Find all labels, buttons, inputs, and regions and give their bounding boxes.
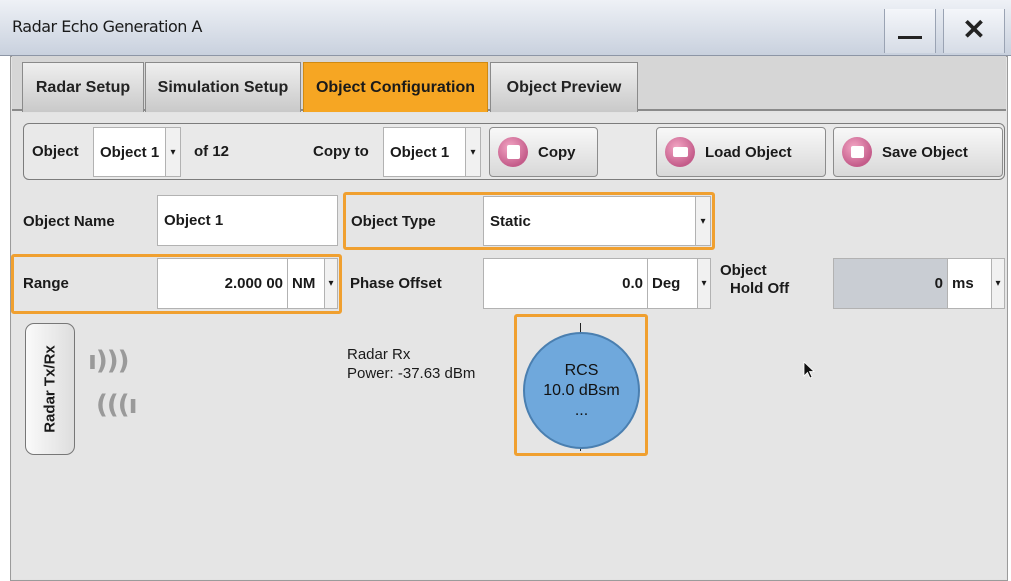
hold-off-value: 0: [934, 275, 943, 292]
object-type-label: Object Type: [351, 213, 436, 230]
close-icon: ✕: [962, 14, 986, 45]
copy-button-label: Copy: [538, 143, 576, 161]
transmit-wave-icon: ı))): [88, 346, 130, 376]
object-select-value: Object 1: [100, 143, 160, 161]
copy-to-select-value: Object 1: [390, 143, 450, 161]
tab-content: [12, 113, 1006, 579]
hold-off-label-line2: Hold Off: [730, 280, 790, 297]
rcs-more: ...: [574, 401, 589, 419]
object-count-label: of 12: [194, 143, 230, 160]
radar-tx-rx-button[interactable]: Radar Tx/Rx: [25, 323, 75, 455]
phase-offset-value: 0.0: [622, 275, 643, 292]
phase-offset-unit-value: Deg: [652, 275, 681, 292]
tab-simulation-setup[interactable]: Simulation Setup: [145, 62, 301, 112]
tab-object-preview[interactable]: Object Preview: [490, 62, 638, 112]
range-input[interactable]: 2.000 00: [157, 258, 288, 309]
radar-tx-rx-label: Radar Tx/Rx: [41, 345, 59, 433]
object-label: Object: [32, 143, 79, 160]
radar-rx-title: Radar Rx: [347, 346, 411, 363]
range-unit-select[interactable]: NM ▾: [287, 258, 338, 309]
mouse-cursor-icon: [803, 361, 816, 379]
save-object-label: Save Object: [882, 143, 968, 161]
phase-offset-input[interactable]: 0.0: [483, 258, 648, 309]
object-type-value: Static: [490, 212, 531, 230]
copy-to-select[interactable]: Object 1 ▾: [383, 127, 481, 177]
folder-icon: [665, 137, 695, 167]
save-icon: [842, 137, 872, 167]
load-object-button[interactable]: Load Object: [656, 127, 826, 177]
rcs-value: 10.0 dBsm: [543, 381, 620, 399]
copy-icon: [498, 137, 528, 167]
object-hold-off-label: Object Hold Off: [720, 262, 789, 298]
object-type-select[interactable]: Static ▾: [483, 196, 711, 246]
close-button[interactable]: ✕: [943, 9, 1005, 53]
chevron-down-icon: ▾: [465, 128, 480, 176]
chevron-down-icon: ▾: [165, 128, 180, 176]
phase-offset-label: Phase Offset: [350, 275, 442, 292]
object-name-value: Object 1: [164, 212, 224, 229]
object-select[interactable]: Object 1 ▾: [93, 127, 181, 177]
chevron-down-icon: ▾: [697, 259, 710, 308]
chevron-down-icon: ▾: [324, 259, 337, 308]
minimize-icon: [898, 36, 922, 39]
radar-rx-power: Radar Rx Power: -37.63 dBm: [347, 345, 475, 383]
hold-off-unit-value: ms: [952, 275, 974, 292]
rcs-title: RCS: [564, 361, 599, 379]
minimize-button[interactable]: [884, 9, 936, 53]
hold-off-unit-select[interactable]: ms ▾: [947, 258, 1005, 309]
tab-radar-setup[interactable]: Radar Setup: [22, 62, 144, 112]
range-value: 2.000 00: [224, 275, 283, 292]
chevron-down-icon: ▾: [695, 197, 710, 245]
tab-object-configuration[interactable]: Object Configuration: [303, 62, 488, 112]
copy-button[interactable]: Copy: [489, 127, 598, 177]
hold-off-label-line1: Object: [720, 262, 767, 279]
load-object-label: Load Object: [705, 143, 792, 161]
hold-off-input[interactable]: 0: [833, 258, 948, 309]
window-title: Radar Echo Generation A: [12, 17, 202, 36]
radar-rx-power-value: Power: -37.63 dBm: [347, 365, 476, 382]
range-label: Range: [23, 275, 69, 292]
range-unit-value: NM: [292, 275, 316, 292]
rcs-object-button[interactable]: RCS 10.0 dBsm ...: [523, 332, 640, 449]
object-name-label: Object Name: [23, 213, 115, 230]
chevron-down-icon: ▾: [991, 259, 1004, 308]
object-name-input[interactable]: Object 1: [157, 195, 338, 246]
copy-to-label: Copy to: [313, 143, 369, 160]
receive-wave-icon: (((ı: [96, 390, 138, 420]
save-object-button[interactable]: Save Object: [833, 127, 1003, 177]
phase-offset-unit-select[interactable]: Deg ▾: [647, 258, 711, 309]
